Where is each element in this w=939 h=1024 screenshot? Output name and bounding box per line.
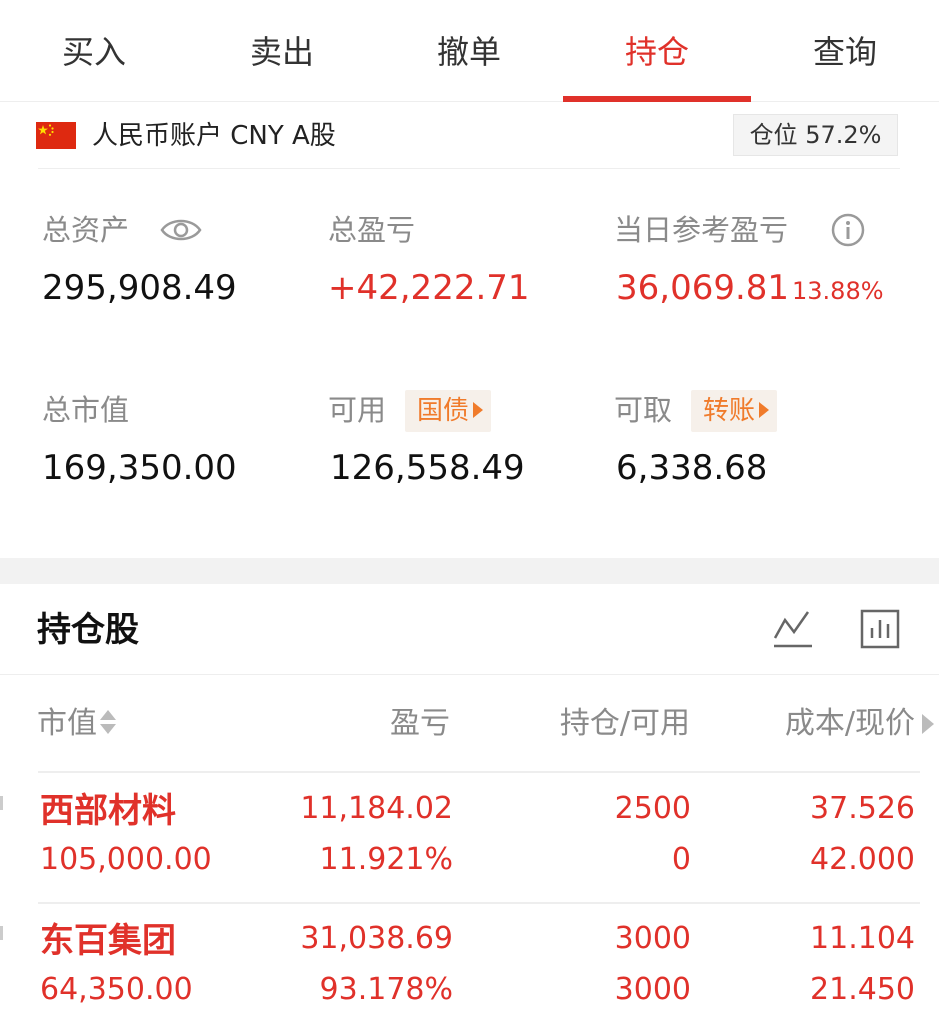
stock-available: 3000 <box>614 972 691 1007</box>
total-pnl-label: 总盈亏 <box>328 213 416 247</box>
stock-market-value: 105,000.00 <box>40 842 212 877</box>
row-edge-mark <box>0 796 3 810</box>
total-assets-value: 295,908.49 <box>42 268 237 308</box>
stock-pnl: 31,038.69 <box>300 921 453 956</box>
holdings-divider <box>0 674 939 675</box>
total-pnl-value: +42,222.71 <box>328 268 530 308</box>
market-value-label: 总市值 <box>42 393 130 427</box>
available-value: 126,558.49 <box>330 448 525 488</box>
treasury-bond-label: 国债 <box>417 396 470 426</box>
scroll-right-icon[interactable] <box>922 714 934 734</box>
account-divider <box>38 168 900 169</box>
stock-name[interactable]: 东百集团 <box>40 919 176 963</box>
daily-pnl-value: 36,069.81 <box>616 268 790 308</box>
tab-query[interactable]: 查询 <box>751 30 939 74</box>
column-header-market-value[interactable]: 市值 <box>37 703 117 745</box>
stock-available: 0 <box>671 842 691 877</box>
withdrawable-value: 6,338.68 <box>616 448 768 488</box>
info-icon[interactable] <box>830 212 866 252</box>
table-header-divider <box>38 771 920 773</box>
column-header-cost-price[interactable]: 成本/现价 <box>715 703 915 745</box>
daily-pnl-label: 当日参考盈亏 <box>614 213 789 247</box>
section-separator <box>0 558 939 584</box>
column-header-pnl[interactable]: 盈亏 <box>300 703 450 745</box>
row-divider <box>38 902 920 904</box>
total-assets-label: 总资产 <box>42 213 130 247</box>
row-edge-mark <box>0 926 3 940</box>
tab-buy[interactable]: 买入 <box>0 30 188 74</box>
line-chart-icon[interactable] <box>772 608 814 654</box>
tab-positions[interactable]: 持仓 <box>563 30 751 74</box>
eye-icon[interactable] <box>160 215 202 249</box>
stock-pnl-percent: 93.178% <box>319 972 453 1007</box>
tab-sell[interactable]: 卖出 <box>188 30 376 74</box>
column-header-position[interactable]: 持仓/可用 <box>500 703 690 745</box>
china-flag-icon <box>36 122 76 149</box>
treasury-bond-button[interactable]: 国债 <box>405 390 492 432</box>
available-label: 可用 <box>328 393 387 427</box>
play-arrow-icon <box>473 401 484 418</box>
stock-cost: 37.526 <box>810 791 915 826</box>
tab-cancel-order[interactable]: 撤单 <box>375 30 563 74</box>
stock-price: 21.450 <box>810 972 915 1007</box>
withdrawable-label: 可取 <box>614 393 673 427</box>
play-arrow-icon <box>759 401 770 418</box>
stock-price: 42.000 <box>810 842 915 877</box>
sort-icon <box>99 708 117 738</box>
stock-position: 3000 <box>614 921 691 956</box>
stock-pnl-percent: 11.921% <box>319 842 453 877</box>
trade-tabs: 买入 卖出 撤单 持仓 查询 <box>0 0 939 102</box>
position-ratio-badge: 仓位 57.2% <box>733 114 898 156</box>
stock-cost: 11.104 <box>810 921 915 956</box>
stock-pnl: 11,184.02 <box>300 791 453 826</box>
daily-pnl-percent: 13.88% <box>792 277 884 305</box>
transfer-label: 转账 <box>703 396 756 426</box>
bar-chart-icon[interactable] <box>860 608 900 654</box>
stock-position: 2500 <box>614 791 691 826</box>
transfer-button[interactable]: 转账 <box>691 390 778 432</box>
column-header-market-value-label: 市值 <box>37 706 97 741</box>
stock-market-value: 64,350.00 <box>40 972 193 1007</box>
stock-name[interactable]: 西部材料 <box>40 789 176 833</box>
market-value-value: 169,350.00 <box>42 448 237 488</box>
account-label: 人民币账户 CNY A股 <box>92 121 336 151</box>
holdings-title: 持仓股 <box>37 610 139 650</box>
